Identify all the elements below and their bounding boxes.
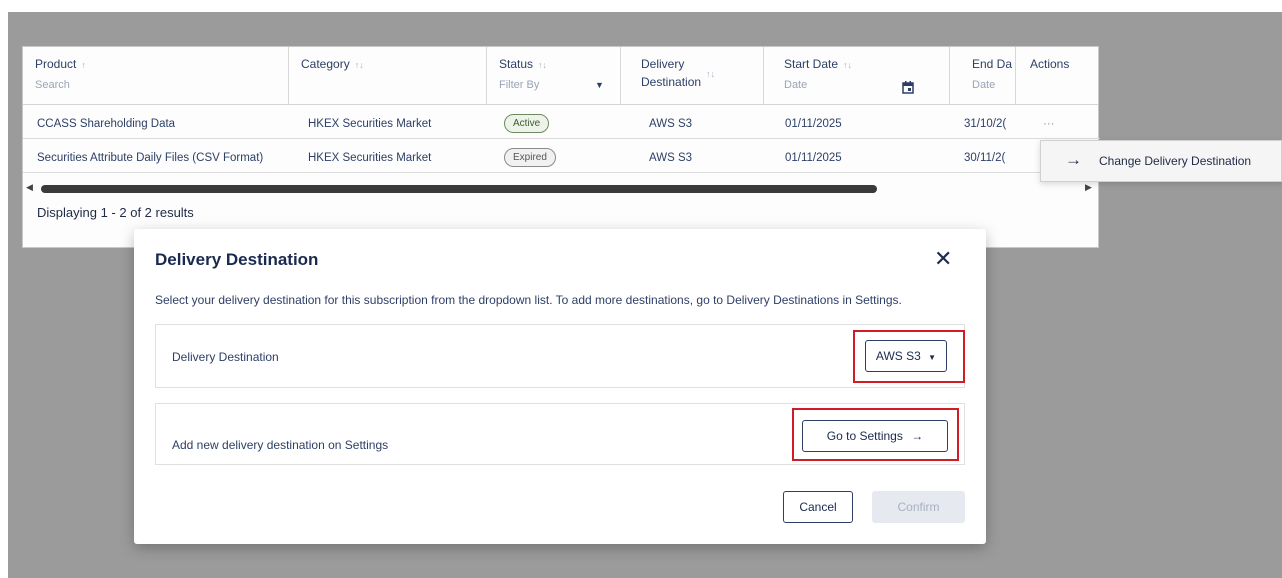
sort-asc-icon[interactable]: ↑: [81, 60, 86, 70]
status-filter-placeholder: Filter By: [499, 79, 540, 91]
sort-icon[interactable]: ↑↓: [355, 60, 364, 70]
column-actions-label: Actions: [1030, 57, 1070, 71]
table-header: Product ↑ Search Category ↑↓ Status ↑↓ Filt…: [23, 47, 1098, 105]
cancel-button[interactable]: Cancel: [783, 491, 853, 523]
column-actions: Actions: [1016, 47, 1100, 105]
sort-icon[interactable]: ↑↓: [843, 60, 852, 70]
destination-label: Delivery Destination: [172, 350, 279, 364]
sort-icon[interactable]: ↑↓: [706, 69, 715, 79]
column-category-label: Category: [301, 57, 350, 71]
settings-label: Add new delivery destination on Settings: [172, 438, 389, 452]
change-delivery-destination-menu-item[interactable]: → Change Delivery Destination: [1040, 140, 1282, 182]
row-end-date: 31/10/2(: [964, 118, 1007, 130]
horizontal-scrollbar[interactable]: ◀ ▶: [23, 182, 1100, 195]
column-status-label: Status: [499, 57, 534, 71]
column-start-date-label: Start Date: [784, 57, 839, 71]
product-search-input[interactable]: Search: [35, 79, 288, 91]
row-end-date: 30/11/2(: [964, 152, 1006, 164]
status-badge: Active: [504, 114, 550, 134]
end-date-input[interactable]: Date: [972, 79, 1015, 91]
destination-section: Delivery Destination AWS S3 ▼: [155, 324, 965, 388]
column-delivery-destination[interactable]: Delivery Destination ↑↓: [621, 47, 764, 105]
row-delivery: AWS S3: [649, 152, 693, 164]
scroll-right-icon[interactable]: ▶: [1085, 182, 1092, 193]
column-end-date[interactable]: End Da Date: [950, 47, 1016, 105]
delivery-destination-dialog: Delivery Destination ✕ Select your deliv…: [134, 229, 986, 544]
destination-highlight-box: [853, 330, 965, 383]
settings-highlight-box: [792, 408, 959, 461]
column-delivery-label-2: Destination: [641, 75, 702, 89]
row-product: CCASS Shareholding Data: [37, 118, 176, 130]
subscriptions-table: Product ↑ Search Category ↑↓ Status ↑↓ Filt…: [22, 46, 1100, 248]
start-date-input[interactable]: Date: [784, 79, 949, 91]
results-count: Displaying 1 - 2 of 2 results: [37, 205, 194, 220]
sort-icon[interactable]: ↑↓: [538, 60, 547, 70]
row-category: HKEX Securities Market: [308, 118, 432, 130]
dialog-description: Select your delivery destination for thi…: [155, 293, 902, 307]
status-filter-select[interactable]: Filter By ▼: [499, 79, 620, 91]
row-category: HKEX Securities Market: [308, 152, 432, 164]
scrollbar-thumb[interactable]: [41, 185, 877, 193]
calendar-icon[interactable]: [902, 81, 914, 94]
row-start-date: 01/11/2025: [785, 152, 842, 164]
table-row[interactable]: Securities Attribute Daily Files (CSV Fo…: [23, 143, 1100, 173]
column-category[interactable]: Category ↑↓: [289, 47, 487, 105]
arrow-right-icon: →: [1065, 150, 1082, 169]
confirm-button[interactable]: Confirm: [872, 491, 965, 523]
more-actions-icon[interactable]: ···: [1043, 109, 1073, 139]
column-product[interactable]: Product ↑ Search: [23, 47, 289, 105]
chevron-down-icon: ▼: [595, 80, 604, 90]
close-icon[interactable]: ✕: [934, 247, 952, 271]
column-end-date-label: End Da: [972, 57, 1013, 71]
row-product: Securities Attribute Daily Files (CSV Fo…: [37, 152, 264, 164]
row-start-date: 01/11/2025: [785, 118, 842, 130]
menu-item-label: Change Delivery Destination: [1099, 154, 1252, 168]
row-delivery: AWS S3: [649, 118, 693, 130]
column-delivery-label-1: Delivery: [641, 57, 685, 71]
column-product-label: Product: [35, 57, 77, 71]
scroll-left-icon[interactable]: ◀: [26, 182, 33, 193]
column-status[interactable]: Status ↑↓ Filter By ▼: [487, 47, 621, 105]
column-start-date[interactable]: Start Date ↑↓ Date: [764, 47, 950, 105]
table-row[interactable]: CCASS Shareholding Data HKEX Securities …: [23, 109, 1100, 139]
status-badge: Expired: [504, 148, 556, 168]
dialog-title: Delivery Destination: [155, 250, 319, 269]
